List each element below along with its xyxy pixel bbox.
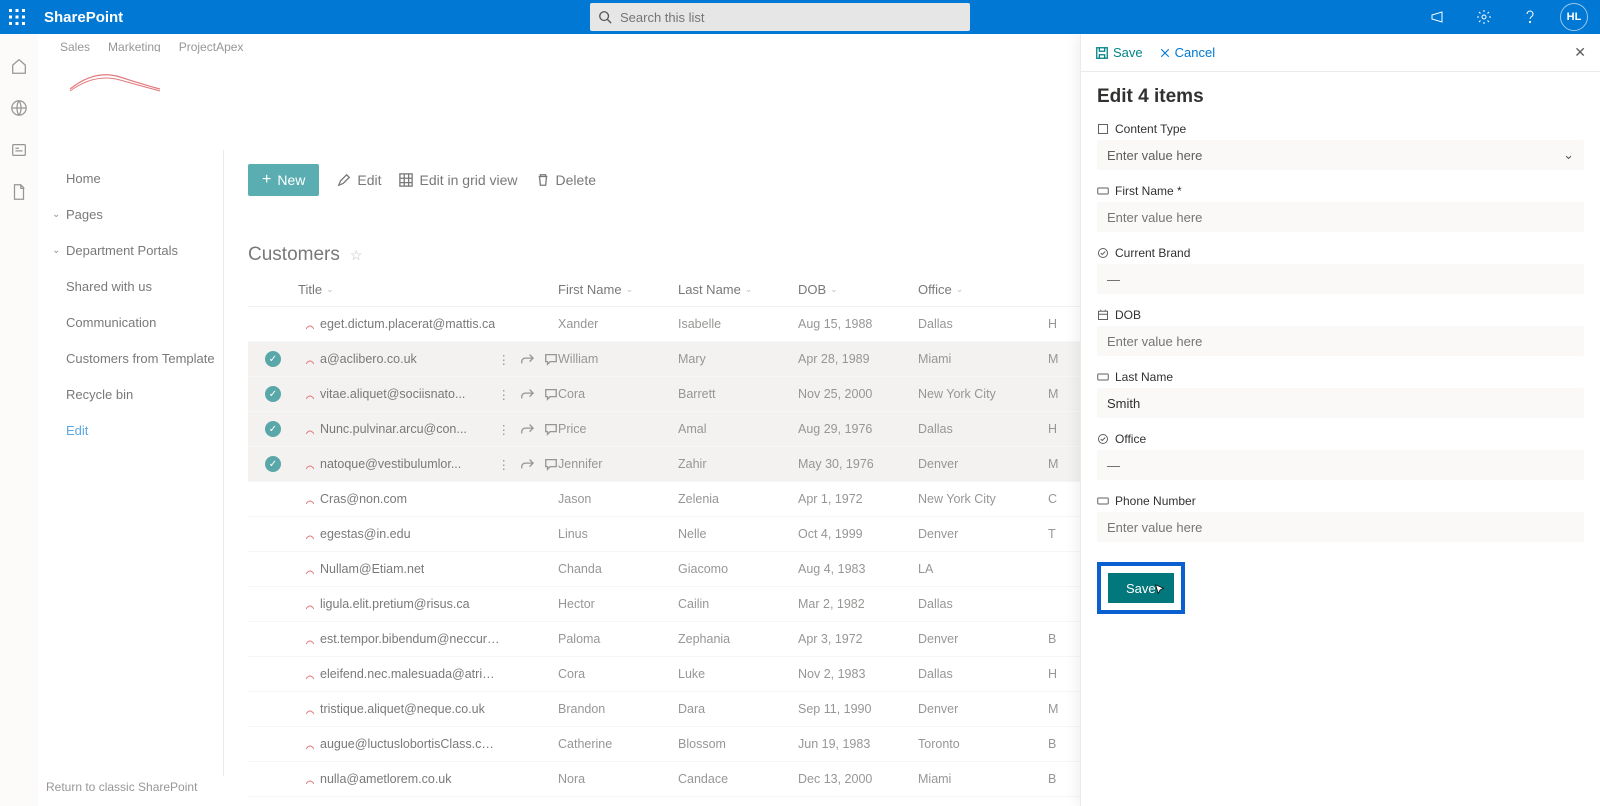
last-name-label: Last Name <box>1097 370 1584 384</box>
app-launcher-button[interactable] <box>0 0 34 34</box>
panel-header: Save Cancel ✕ <box>1081 34 1600 72</box>
panel-cancel-link[interactable]: Cancel <box>1159 45 1215 60</box>
megaphone-button[interactable] <box>1422 1 1454 33</box>
first-name-field[interactable] <box>1097 202 1584 232</box>
chevron-down-icon: ⌄ <box>1563 147 1574 163</box>
panel-title: Edit 4 items <box>1097 86 1584 108</box>
content-type-field[interactable]: Enter value here⌄ <box>1097 140 1584 170</box>
phone-label: Phone Number <box>1097 494 1584 508</box>
last-name-field[interactable] <box>1097 388 1584 418</box>
brand-field[interactable]: — <box>1097 264 1584 294</box>
help-button[interactable] <box>1514 1 1546 33</box>
check-icon <box>1097 433 1109 445</box>
search-input[interactable] <box>620 10 962 25</box>
settings-button[interactable] <box>1468 1 1500 33</box>
megaphone-icon <box>1430 9 1446 25</box>
panel-close-button[interactable]: ✕ <box>1574 44 1586 61</box>
first-name-label: First Name * <box>1097 184 1584 198</box>
dob-label: DOB <box>1097 308 1584 322</box>
gear-icon <box>1476 9 1492 25</box>
office-field[interactable]: — <box>1097 450 1584 480</box>
content-type-label: Content Type <box>1097 122 1584 136</box>
panel-save-link[interactable]: Save <box>1095 45 1143 60</box>
avatar[interactable]: HL <box>1560 3 1588 31</box>
text-icon <box>1097 495 1109 507</box>
brand-label: SharePoint <box>44 9 123 26</box>
check-icon <box>1097 247 1109 259</box>
cursor-icon <box>1153 583 1167 597</box>
suite-bar: SharePoint HL <box>0 0 1600 34</box>
calendar-icon <box>1097 309 1109 321</box>
waffle-icon <box>9 9 25 25</box>
edit-panel: Save Cancel ✕ Edit 4 items Content Type … <box>1080 34 1600 806</box>
type-icon <box>1097 123 1109 135</box>
phone-field[interactable] <box>1097 512 1584 542</box>
text-icon <box>1097 371 1109 383</box>
save-button[interactable]: Save <box>1108 573 1174 603</box>
save-icon <box>1095 46 1109 60</box>
text-icon <box>1097 185 1109 197</box>
save-button-highlight: Save <box>1097 562 1185 614</box>
panel-body: Edit 4 items Content Type Enter value he… <box>1081 72 1600 628</box>
search-box[interactable] <box>590 3 970 31</box>
help-icon <box>1522 9 1538 25</box>
close-icon <box>1159 47 1171 59</box>
office-label: Office <box>1097 432 1584 446</box>
brand-label: Current Brand <box>1097 246 1584 260</box>
dob-field[interactable] <box>1097 326 1584 356</box>
search-icon <box>598 10 612 24</box>
